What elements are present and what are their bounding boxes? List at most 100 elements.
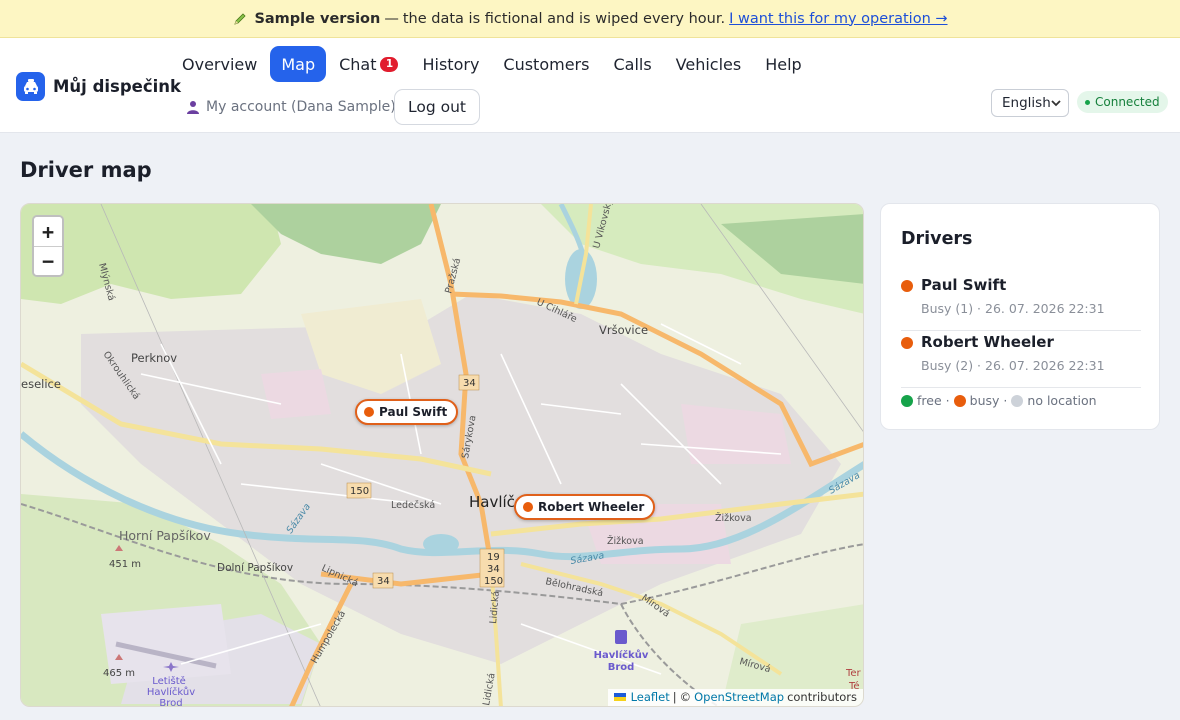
zoom-control: + −	[32, 215, 64, 277]
marker-label: Paul Swift	[379, 405, 448, 419]
logout-button[interactable]: Log out	[394, 89, 480, 125]
nav-chat[interactable]: Chat 1	[328, 46, 409, 82]
place-vrsovice: Vršovice	[599, 323, 648, 337]
legend-busy: busy	[969, 393, 1000, 408]
airport-label-1: Letiště	[152, 675, 186, 687]
chevron-down-icon	[1051, 99, 1061, 106]
place-city: Havlíč	[469, 493, 515, 511]
driver-item-robert-wheeler[interactable]: Robert Wheeler Busy (2) · 26. 07. 2026 2…	[901, 331, 1141, 388]
busy-dot-icon	[953, 394, 966, 407]
legend-free: free	[917, 393, 942, 408]
brand-name: Můj dispečink	[53, 77, 182, 96]
driver-item-paul-swift[interactable]: Paul Swift Busy (1) · 26. 07. 2026 22:31	[901, 274, 1141, 331]
airport-label-3: Brod	[159, 698, 182, 707]
legend-no-location: no location	[1027, 393, 1097, 408]
drivers-title: Drivers	[901, 229, 973, 249]
road-34-label: 34	[463, 378, 476, 389]
status-text: Connected	[1095, 95, 1160, 109]
app-header: Můj dispečink Overview Map Chat 1 History…	[0, 38, 1180, 133]
driver-name: Robert Wheeler	[921, 333, 1054, 351]
road-150-label-2: 150	[484, 576, 503, 587]
driver-meta: Busy (1) · 26. 07. 2026 22:31	[921, 301, 1105, 316]
road-34-label-2: 34	[377, 576, 390, 587]
driver-name: Paul Swift	[921, 276, 1007, 294]
attribution-sep: |	[672, 690, 677, 704]
banner-title: Sample version	[254, 10, 381, 27]
pencil-icon	[234, 12, 247, 25]
station-label-2: Brod	[608, 662, 635, 673]
banner-link[interactable]: I want this for my operation →	[729, 11, 947, 27]
driver-marker-paul-swift[interactable]: Paul Swift	[355, 399, 459, 425]
account-label: My account (Dana Sample)	[206, 99, 396, 115]
nav-calls[interactable]: Calls	[602, 46, 662, 82]
train-station-icon	[615, 630, 627, 644]
road-19-label: 19	[487, 552, 500, 563]
nav-label: Calls	[613, 54, 652, 74]
driver-meta: Busy (2) · 26. 07. 2026 22:31	[921, 358, 1105, 373]
status-dot-icon	[1085, 99, 1090, 105]
elevation-2: 465 m	[103, 668, 135, 679]
nav-label: Help	[765, 54, 802, 74]
ukraine-flag-icon	[613, 693, 626, 701]
page-title: Driver map	[20, 158, 152, 182]
nav-label: History	[422, 54, 480, 74]
elevation-1: 451 m	[109, 559, 141, 570]
driver-marker-robert-wheeler[interactable]: Robert Wheeler	[514, 494, 656, 520]
place-perknov: Perknov	[131, 351, 177, 365]
map-tiles[interactable]: 34 150 34 19 34 150 Perknov Vršovice ese…	[21, 204, 864, 707]
road-150-label: 150	[350, 486, 369, 497]
nav-label: Vehicles	[675, 54, 742, 74]
banner-text: the data is fictional and is wiped every…	[402, 10, 726, 27]
busy-status-dot-icon	[901, 337, 913, 349]
busy-status-dot-icon	[364, 407, 374, 417]
nav-history[interactable]: History	[411, 46, 490, 82]
nav-label: Overview	[182, 54, 258, 74]
nav-overview[interactable]: Overview	[171, 46, 268, 82]
nav-vehicles[interactable]: Vehicles	[665, 46, 753, 82]
attribution-copy: ©	[679, 690, 692, 704]
nav-label: Map	[281, 54, 316, 74]
nav-help[interactable]: Help	[754, 46, 812, 82]
free-dot-icon	[901, 394, 913, 407]
station-label-1: Havlíčkův	[594, 648, 649, 661]
airport-label-2: Havlíčkův	[147, 686, 195, 698]
nav-map[interactable]: Map	[270, 46, 327, 82]
zoom-out-button[interactable]: −	[34, 246, 62, 275]
my-account-link[interactable]: My account (Dana Sample)	[186, 99, 396, 115]
no-location-dot-icon	[1011, 394, 1024, 407]
language-value: English	[1002, 95, 1051, 111]
marker-label: Robert Wheeler	[538, 500, 645, 514]
map-attribution: Leaflet | © OpenStreetMap contributors	[607, 689, 863, 706]
driver-map[interactable]: 34 150 34 19 34 150 Perknov Vršovice ese…	[20, 203, 864, 707]
street-ledecska: Ledečská	[391, 500, 435, 511]
nav-customers[interactable]: Customers	[492, 46, 600, 82]
connection-status-badge: Connected	[1077, 91, 1168, 113]
main-nav: Overview Map Chat 1 History Customers Cal…	[171, 46, 813, 82]
sample-banner: Sample version — the data is fictional a…	[0, 0, 1180, 38]
osm-link[interactable]: OpenStreetMap	[694, 690, 784, 704]
legend-sep: ·	[945, 393, 950, 408]
street-zizkova: Žižkova	[715, 512, 752, 524]
taxi-icon	[16, 72, 45, 101]
busy-status-dot-icon	[523, 502, 533, 512]
legend-sep: ·	[1003, 393, 1008, 408]
place-horni-papsikov: Horní Papšíkov	[119, 528, 211, 543]
leaflet-link[interactable]: Leaflet	[631, 690, 670, 704]
attribution-contributors: contributors	[787, 690, 857, 704]
busy-status-dot-icon	[901, 280, 913, 292]
drivers-panel: Drivers Paul Swift Busy (1) · 26. 07. 20…	[880, 203, 1160, 430]
place-ter: Ter	[845, 668, 862, 679]
place-selice: eselice	[21, 377, 61, 391]
nav-label: Customers	[503, 54, 590, 74]
brand[interactable]: Můj dispečink	[16, 72, 181, 101]
zoom-in-button[interactable]: +	[34, 217, 62, 246]
road-34-label-3: 34	[487, 564, 500, 575]
street-zizkova-2: Žižkova	[607, 535, 644, 547]
banner-dash: —	[384, 10, 399, 27]
nav-label: Chat	[339, 54, 377, 74]
place-dolni-papsikov: Dolní Papšíkov	[217, 562, 293, 574]
chat-unread-badge: 1	[380, 56, 399, 72]
user-icon	[187, 101, 199, 114]
language-select[interactable]: English	[991, 89, 1069, 117]
status-legend: free · busy · no location	[901, 393, 1097, 408]
